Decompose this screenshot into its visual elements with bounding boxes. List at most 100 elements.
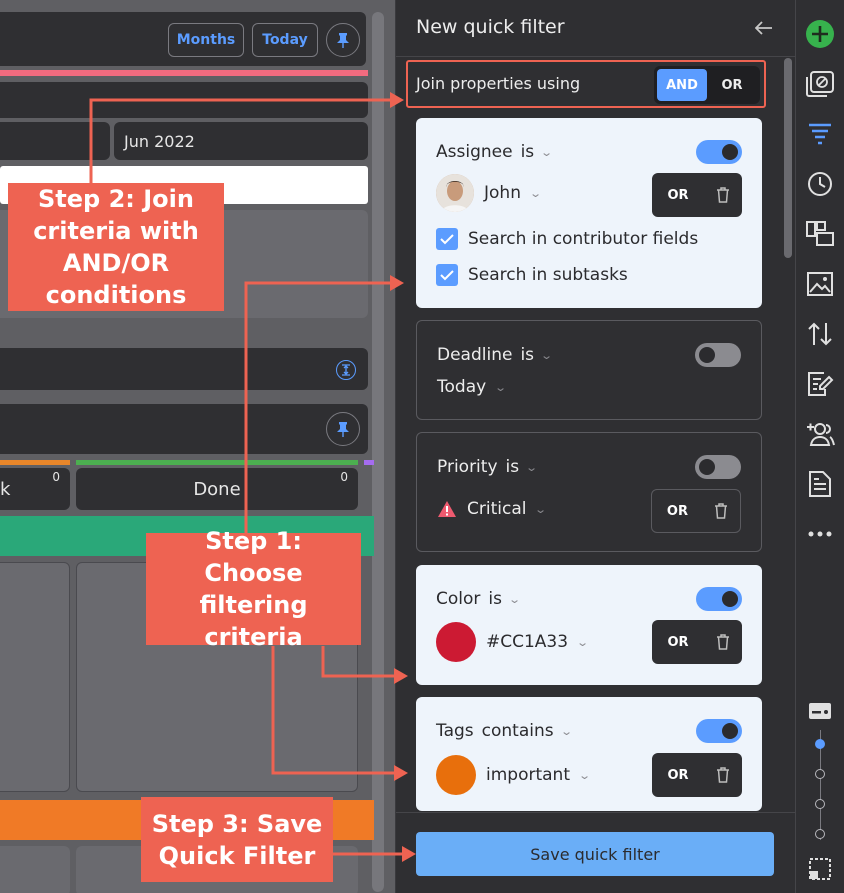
value-selector[interactable]: #CC1A33 ⌄ — [436, 622, 590, 662]
board-scrollbar[interactable] — [372, 12, 384, 892]
trash-icon — [715, 503, 728, 519]
zoom-level-dot[interactable] — [815, 769, 825, 779]
assignee-value: John — [484, 183, 521, 203]
operator: is — [488, 589, 502, 609]
join-properties-row: Join properties using AND OR — [406, 60, 766, 108]
add-icon[interactable] — [804, 18, 836, 50]
column-header-done[interactable]: Done 0 — [76, 468, 358, 510]
delete-button[interactable] — [704, 767, 742, 783]
edit-icon[interactable] — [804, 368, 836, 400]
or-button[interactable]: OR — [652, 635, 704, 650]
archive-icon[interactable] — [804, 68, 836, 100]
value-selector[interactable]: important ⌄ — [436, 755, 592, 795]
card-view-icon[interactable] — [804, 695, 836, 727]
join-label: Join properties using — [416, 74, 581, 93]
column-color-bar — [76, 460, 358, 465]
criterion-toggle[interactable] — [696, 719, 742, 743]
checkbox-contributor[interactable]: Search in contributor fields — [436, 228, 698, 250]
or-button[interactable]: OR — [652, 504, 703, 519]
priority-value: Critical — [467, 499, 527, 519]
tag-value: important — [486, 765, 570, 785]
criterion-toggle[interactable] — [695, 455, 741, 479]
column-cell — [0, 562, 70, 792]
step3-callout: Step 3: Save Quick Filter — [141, 797, 333, 882]
delete-button[interactable] — [704, 634, 742, 650]
and-or-toggle[interactable]: AND OR — [654, 66, 760, 104]
criterion-toggle[interactable] — [695, 343, 741, 367]
image-icon[interactable] — [804, 268, 836, 300]
property-name: Color — [436, 589, 481, 609]
deadline-value: Today — [437, 377, 487, 397]
or-button[interactable]: OR — [652, 768, 704, 783]
delete-button[interactable] — [703, 503, 740, 519]
operator: is — [520, 142, 535, 162]
back-arrow-icon[interactable] — [754, 16, 773, 40]
sort-icon[interactable] — [804, 318, 836, 350]
expand-icon[interactable] — [336, 360, 356, 380]
add-user-icon[interactable] — [804, 418, 836, 450]
timeline-row — [0, 82, 368, 118]
criterion-header[interactable]: Color is ⌄ — [436, 589, 521, 609]
column-count: 0 — [52, 470, 60, 484]
and-option[interactable]: AND — [657, 69, 707, 101]
clock-icon[interactable] — [804, 168, 836, 200]
panel-scrollbar[interactable] — [784, 58, 792, 258]
board-toolbar — [0, 348, 368, 390]
or-button[interactable]: OR — [652, 188, 704, 203]
criterion-deadline: Deadline is ⌄ Today ⌄ — [416, 320, 762, 420]
value-selector[interactable]: Critical ⌄ — [437, 499, 548, 519]
criterion-header[interactable]: Priority is ⌄ — [437, 457, 539, 477]
months-button[interactable]: Months — [168, 23, 244, 57]
value-selector[interactable]: Today ⌄ — [437, 377, 508, 397]
criterion-toggle[interactable] — [696, 587, 742, 611]
zoom-level-dot[interactable] — [815, 829, 825, 839]
operator: is — [520, 345, 535, 365]
chevron-down-icon: ⌄ — [525, 460, 539, 474]
save-quick-filter-button[interactable]: Save quick filter — [416, 832, 774, 876]
chevron-down-icon: ⌄ — [494, 380, 508, 394]
checkbox-subtasks[interactable]: Search in subtasks — [436, 264, 628, 286]
chevron-down-icon: ⌄ — [559, 724, 573, 738]
filter-icon[interactable] — [804, 118, 836, 150]
criterion-color: Color is ⌄ #CC1A33 ⌄ OR — [416, 565, 762, 685]
column-cell — [0, 846, 70, 893]
color-swatch — [436, 622, 476, 662]
zoom-level-dot[interactable] — [815, 799, 825, 809]
divider — [396, 812, 795, 813]
checkbox-checked-icon[interactable] — [436, 264, 458, 286]
board-header-row — [0, 404, 368, 454]
checkbox-checked-icon[interactable] — [436, 228, 458, 250]
value-selector[interactable]: John ⌄ — [436, 174, 542, 212]
criterion-priority: Priority is ⌄ Critical ⌄ OR — [416, 432, 762, 552]
criterion-assignee: Assignee is ⌄ John ⌄ OR Search in contri… — [416, 118, 762, 308]
trash-icon — [717, 634, 729, 650]
document-icon[interactable] — [804, 468, 836, 500]
right-toolbar — [795, 0, 844, 893]
criterion-toggle[interactable] — [696, 140, 742, 164]
column-label: Done — [193, 478, 241, 500]
selection-icon[interactable] — [804, 853, 836, 885]
delete-button[interactable] — [704, 187, 742, 203]
chevron-down-icon: ⌄ — [578, 768, 592, 782]
board-icon[interactable] — [804, 218, 836, 250]
column-color-bar — [364, 460, 374, 465]
zoom-level-dot[interactable] — [815, 739, 825, 749]
property-name: Tags — [436, 721, 474, 741]
trash-icon — [717, 187, 729, 203]
pin-button[interactable] — [326, 23, 360, 57]
today-button[interactable]: Today — [252, 23, 318, 57]
chevron-down-icon: ⌄ — [540, 145, 554, 159]
operator: is — [505, 457, 520, 477]
background-board: Months Today Jun 2022 k 0 Done 0 — [0, 0, 395, 893]
column-header[interactable]: k 0 — [0, 468, 70, 510]
chevron-down-icon: ⌄ — [576, 635, 590, 649]
pin-button-2[interactable] — [326, 412, 360, 446]
timeline-bar — [0, 70, 368, 76]
property-name: Deadline — [437, 345, 513, 365]
criterion-header[interactable]: Assignee is ⌄ — [436, 142, 554, 162]
or-option[interactable]: OR — [707, 69, 757, 101]
chevron-down-icon: ⌄ — [534, 502, 548, 516]
more-icon[interactable] — [804, 518, 836, 550]
criterion-header[interactable]: Tags contains ⌄ — [436, 721, 573, 741]
criterion-header[interactable]: Deadline is ⌄ — [437, 345, 553, 365]
